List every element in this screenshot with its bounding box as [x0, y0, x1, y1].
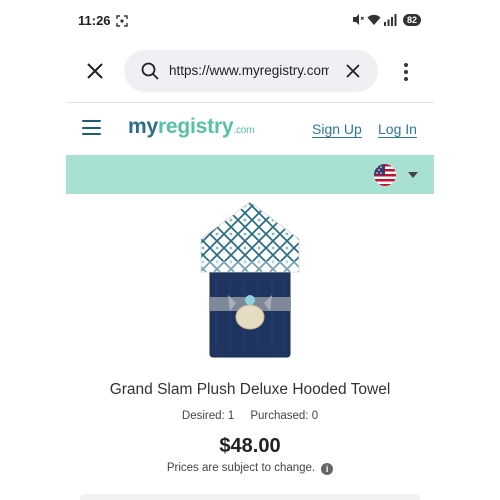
wifi-icon — [367, 14, 381, 25]
screen-capture-icon — [116, 15, 128, 27]
close-icon[interactable] — [84, 60, 106, 82]
status-bar: 11:26 82 — [0, 0, 500, 42]
more-vert-icon[interactable] — [398, 60, 414, 84]
clear-icon[interactable] — [345, 63, 361, 79]
mute-icon — [353, 14, 364, 25]
status-icons: 82 — [351, 13, 422, 26]
caret-down-icon[interactable] — [408, 172, 418, 178]
logo[interactable]: myregistry.com — [128, 115, 254, 139]
price-note-text: Prices are subject to change. — [166, 462, 316, 474]
purchased-count: Purchased: 0 — [250, 410, 319, 422]
browser-toolbar: https://www.myregistry.com/ — [0, 50, 500, 92]
site-header: myregistry.com Sign Up Log In — [66, 110, 434, 150]
price-note: Prices are subject to change. i — [66, 462, 434, 475]
product-image[interactable] — [196, 199, 304, 359]
divider — [66, 102, 434, 103]
info-icon[interactable]: i — [321, 463, 334, 475]
product-title: Grand Slam Plush Deluxe Hooded Towel — [109, 381, 391, 398]
product-price: $48.00 — [219, 435, 281, 457]
search-icon — [141, 62, 159, 80]
menu-icon[interactable] — [82, 120, 101, 136]
url-bar[interactable]: https://www.myregistry.com/ — [124, 50, 378, 92]
region-bar — [66, 155, 434, 194]
quantity-counts: Desired: 1 Purchased: 0 — [66, 410, 434, 422]
us-flag-icon[interactable] — [374, 164, 396, 186]
signup-link[interactable]: Sign Up — [312, 121, 362, 137]
next-section-edge — [80, 494, 420, 500]
signal-icon — [384, 13, 397, 26]
battery-badge: 82 — [403, 13, 422, 26]
status-time: 11:26 — [78, 13, 111, 28]
login-link[interactable]: Log In — [378, 121, 417, 137]
desired-count: Desired: 1 — [181, 410, 235, 422]
url-text[interactable]: https://www.myregistry.com/ — [169, 63, 329, 78]
